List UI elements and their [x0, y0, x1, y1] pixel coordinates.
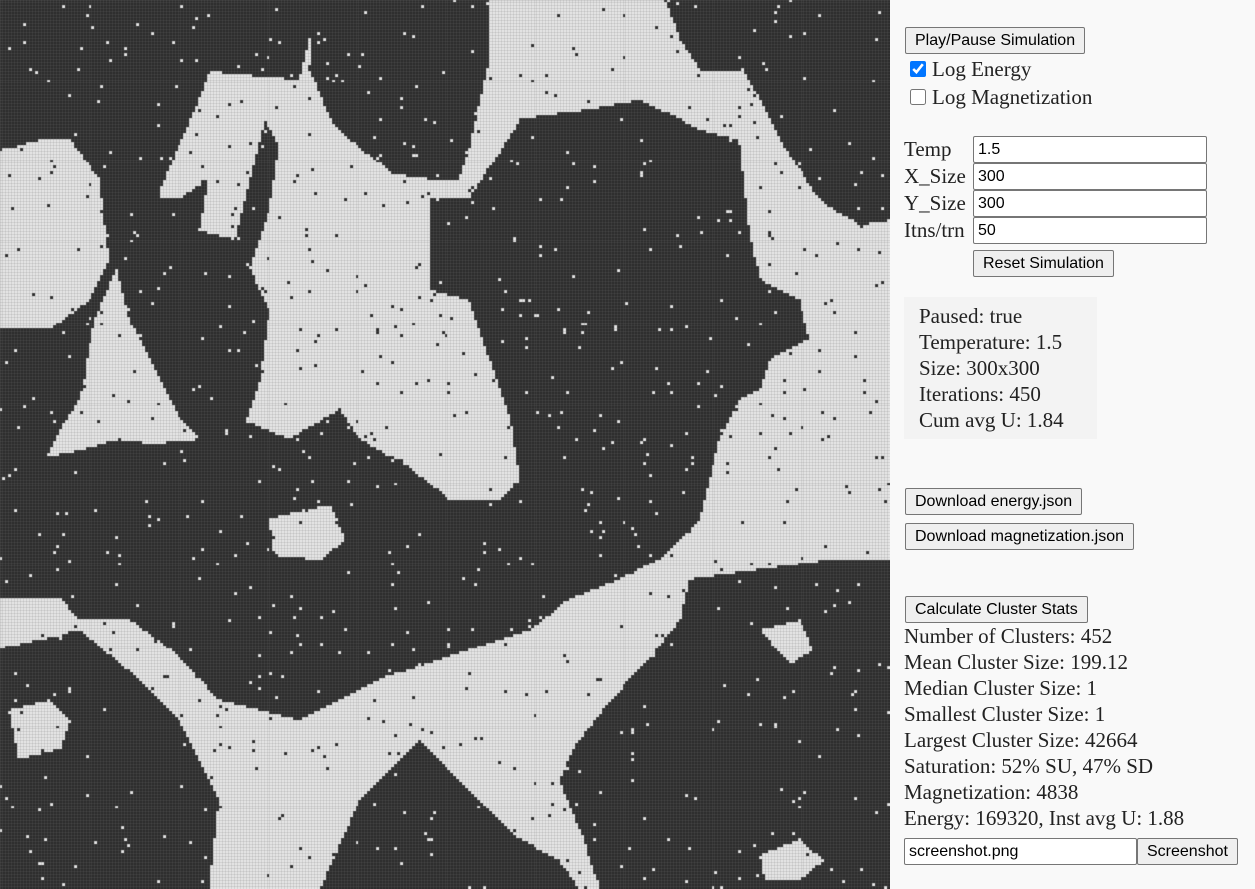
cluster-stats: Number of Clusters: 452 Mean Cluster Siz…: [904, 623, 1254, 831]
y-size-label: Y_Size: [904, 191, 966, 215]
reset-simulation-button[interactable]: Reset Simulation: [973, 250, 1114, 277]
log-energy-checkbox[interactable]: [910, 61, 926, 77]
log-energy-label: Log Energy: [932, 56, 1032, 81]
magnetization-readout: Magnetization: 4838: [904, 780, 1079, 804]
temp-row: Temp: [904, 136, 1254, 163]
ising-lattice-canvas[interactable]: [0, 0, 890, 889]
x-size-label: X_Size: [904, 164, 966, 188]
status-temperature: Temperature: 1.5: [919, 330, 1063, 354]
screenshot-row: Screenshot: [904, 838, 1254, 865]
play-pause-button[interactable]: Play/Pause Simulation: [905, 27, 1086, 54]
download-magnetization-button[interactable]: Download magnetization.json: [905, 523, 1135, 550]
x-size-row: X_Size: [904, 163, 1254, 190]
temp-label: Temp: [904, 137, 952, 161]
y-size-input[interactable]: [973, 190, 1207, 217]
download-energy-button[interactable]: Download energy.json: [905, 488, 1083, 515]
saturation-readout: Saturation: 52% SU, 47% SD: [904, 754, 1154, 778]
status-box: Paused: true Temperature: 1.5 Size: 300x…: [904, 297, 1097, 439]
y-size-row: Y_Size: [904, 190, 1254, 217]
calculate-cluster-stats-button[interactable]: Calculate Cluster Stats: [905, 596, 1088, 623]
cluster-largest-size: Largest Cluster Size: 42664: [904, 728, 1138, 752]
cluster-mean-size: Mean Cluster Size: 199.12: [904, 650, 1128, 674]
temp-input[interactable]: [973, 136, 1207, 163]
energy-readout: Energy: 169320, Inst avg U: 1.88: [904, 806, 1185, 830]
log-magnetization-checkbox[interactable]: [910, 89, 926, 105]
status-paused: Paused: true: [919, 304, 1023, 328]
itns-label: Itns/trn: [904, 218, 965, 242]
cluster-median-size: Median Cluster Size: 1: [904, 676, 1098, 700]
status-cum-avg-u: Cum avg U: 1.84: [919, 408, 1064, 432]
screenshot-button[interactable]: Screenshot: [1137, 838, 1238, 865]
status-iterations: Iterations: 450: [919, 382, 1041, 406]
cluster-smallest-size: Smallest Cluster Size: 1: [904, 702, 1106, 726]
status-size: Size: 300x300: [919, 356, 1040, 380]
itns-input[interactable]: [973, 217, 1207, 244]
control-panel: Play/Pause Simulation Log Energy Log Mag…: [904, 0, 1254, 865]
cluster-count: Number of Clusters: 452: [904, 624, 1113, 648]
log-energy-row: Log Energy: [904, 55, 1254, 83]
log-magnetization-label: Log Magnetization: [932, 84, 1093, 109]
log-magnetization-row: Log Magnetization: [904, 83, 1254, 111]
itns-row: Itns/trn: [904, 217, 1254, 244]
x-size-input[interactable]: [973, 163, 1207, 190]
screenshot-filename-input[interactable]: [904, 838, 1137, 865]
